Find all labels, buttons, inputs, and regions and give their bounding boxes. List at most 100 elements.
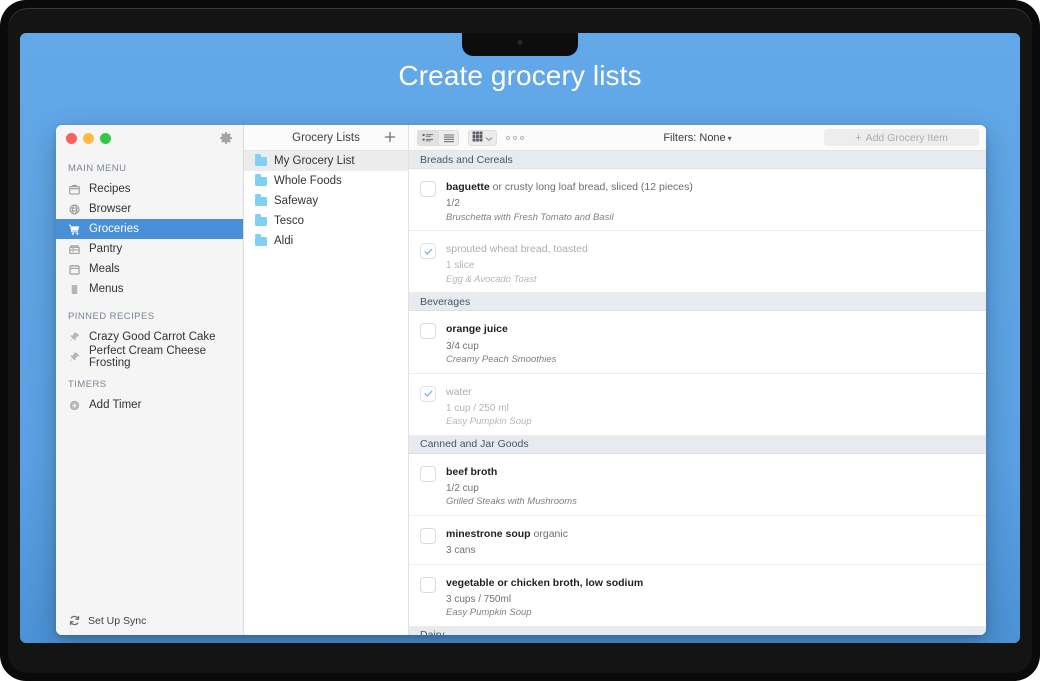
item-quantity-text: 3/4 cup bbox=[446, 340, 479, 353]
pantry-icon bbox=[68, 243, 81, 256]
sidebar-item-meals[interactable]: Meals bbox=[56, 259, 243, 279]
globe-icon bbox=[68, 203, 81, 216]
sidebar-section-label-main-menu: MAIN MENU bbox=[56, 151, 243, 179]
folder-icon bbox=[255, 217, 267, 226]
item-quantity-text: 1/2 cup bbox=[446, 482, 479, 495]
item-recipe: Bruschetta with Fresh Tomato and Basil bbox=[446, 212, 693, 225]
item-checkbox[interactable] bbox=[420, 323, 436, 339]
close-button[interactable] bbox=[66, 133, 77, 144]
sidebar-item-label: Browser bbox=[89, 203, 131, 215]
item-details: minestrone soup organic 3 cans bbox=[446, 522, 568, 558]
dot bbox=[513, 136, 517, 140]
set-up-sync-button[interactable]: Set Up Sync bbox=[56, 614, 146, 627]
grocery-item-row[interactable]: sprouted wheat bread, toasted 1 slice Eg… bbox=[409, 231, 986, 293]
item-name: orange juice bbox=[446, 323, 508, 335]
sidebar-item-label: Meals bbox=[89, 263, 120, 275]
filters-label-text: Filters: None bbox=[663, 132, 725, 144]
camera-icon bbox=[518, 40, 523, 45]
list-detail-view-icon[interactable] bbox=[417, 130, 438, 146]
item-note: organic bbox=[531, 528, 568, 540]
grocery-items-pane: Filters: None▾ + Add Grocery Item Breads… bbox=[409, 125, 986, 635]
item-checkbox[interactable] bbox=[420, 181, 436, 197]
calendar-icon bbox=[68, 263, 81, 276]
list-item-aldi[interactable]: Aldi bbox=[244, 231, 408, 251]
sidebar-item-menus[interactable]: Menus bbox=[56, 279, 243, 299]
list-item-whole-foods[interactable]: Whole Foods bbox=[244, 171, 408, 191]
item-quantity-text: 3 cups / 750ml bbox=[446, 593, 511, 606]
traffic-lights bbox=[66, 133, 111, 144]
item-details: sprouted wheat bread, toasted 1 slice Eg… bbox=[446, 237, 588, 286]
gear-icon[interactable] bbox=[218, 130, 234, 146]
sidebar-item-browser[interactable]: Browser bbox=[56, 199, 243, 219]
item-quantity-text: 1 cup / 250 ml bbox=[446, 402, 509, 415]
grid-view-icon bbox=[472, 129, 483, 147]
item-recipe: Grilled Steaks with Mushrooms bbox=[446, 496, 577, 509]
device-screen: Create grocery lists bbox=[20, 33, 1020, 643]
add-grocery-item-placeholder: Add Grocery Item bbox=[866, 132, 948, 144]
minimize-button[interactable] bbox=[83, 133, 94, 144]
list-item-my-grocery-list[interactable]: My Grocery List bbox=[244, 151, 408, 171]
item-quantity: 1/2 cup bbox=[446, 482, 577, 495]
item-quantity: 1 cup / 250 ml bbox=[446, 402, 532, 415]
grocery-item-row[interactable]: beef broth 1/2 cup Grilled Steaks with M… bbox=[409, 454, 986, 516]
item-quantity: 1/2 bbox=[446, 197, 693, 210]
section-header-beverages: Beverages bbox=[409, 293, 986, 311]
grocery-lists-items: My Grocery List Whole Foods Safeway Tesc… bbox=[244, 151, 408, 251]
grocery-lists-header: Grocery Lists bbox=[244, 125, 408, 151]
sidebar-item-label: Perfect Cream Cheese Frosting bbox=[89, 345, 243, 369]
sidebar-item-recipes[interactable]: Recipes bbox=[56, 179, 243, 199]
sidebar-item-groceries[interactable]: Groceries bbox=[56, 219, 243, 239]
sidebar-item-add-timer[interactable]: Add Timer bbox=[56, 395, 243, 415]
item-checkbox[interactable] bbox=[420, 386, 436, 402]
sidebar-item-perfect-cream-cheese-frosting[interactable]: Perfect Cream Cheese Frosting bbox=[56, 347, 243, 367]
sync-icon bbox=[68, 614, 81, 627]
sidebar-item-pantry[interactable]: Pantry bbox=[56, 239, 243, 259]
dot bbox=[506, 136, 510, 140]
filters-dropdown[interactable]: Filters: None▾ bbox=[663, 132, 731, 144]
item-quantity-text: 1 slice bbox=[446, 259, 474, 272]
laptop-device-mockup: Create grocery lists bbox=[0, 0, 1040, 681]
zoom-button[interactable] bbox=[100, 133, 111, 144]
plus-icon: + bbox=[855, 132, 861, 144]
more-options-icon[interactable] bbox=[506, 136, 524, 140]
item-quantity-text: 1/2 bbox=[446, 197, 460, 210]
item-quantity: 3 cups / 750ml bbox=[446, 593, 643, 606]
pin-icon bbox=[68, 331, 81, 344]
list-item-safeway[interactable]: Safeway bbox=[244, 191, 408, 211]
window-titlebar bbox=[56, 125, 243, 151]
list-item-label: Aldi bbox=[274, 235, 293, 247]
item-details: water 1 cup / 250 ml Easy Pumpkin Soup bbox=[446, 380, 532, 429]
list-item-tesco[interactable]: Tesco bbox=[244, 211, 408, 231]
item-details: baguette or crusty long loaf bread, slic… bbox=[446, 175, 693, 224]
grocery-item-row[interactable]: baguette or crusty long loaf bread, slic… bbox=[409, 169, 986, 231]
grid-view-button[interactable] bbox=[468, 130, 497, 146]
grocery-items-list[interactable]: Breads and Cereals baguette or crusty lo… bbox=[409, 151, 986, 635]
item-checkbox[interactable] bbox=[420, 528, 436, 544]
sidebar-section-label-pinned-recipes: PINNED RECIPES bbox=[56, 299, 243, 327]
item-checkbox[interactable] bbox=[420, 466, 436, 482]
item-name: minestrone soup bbox=[446, 528, 531, 540]
list-compact-view-icon[interactable] bbox=[438, 130, 459, 146]
folder-icon bbox=[255, 237, 267, 246]
list-item-label: Whole Foods bbox=[274, 175, 342, 187]
grocery-item-row[interactable]: vegetable or chicken broth, low sodium 3… bbox=[409, 565, 986, 627]
view-mode-segmented-control bbox=[417, 130, 459, 146]
item-name: water bbox=[446, 386, 472, 398]
grocery-item-row[interactable]: water 1 cup / 250 ml Easy Pumpkin Soup bbox=[409, 374, 986, 436]
menu-document-icon bbox=[68, 283, 81, 296]
item-checkbox[interactable] bbox=[420, 577, 436, 593]
grocery-lists-panel: Grocery Lists My Grocery List Whole bbox=[244, 125, 409, 635]
item-checkbox[interactable] bbox=[420, 243, 436, 259]
grocery-item-row[interactable]: orange juice 3/4 cup Creamy Peach Smooth… bbox=[409, 311, 986, 373]
sidebar-item-crazy-good-carrot-cake[interactable]: Crazy Good Carrot Cake bbox=[56, 327, 243, 347]
plus-icon[interactable] bbox=[382, 129, 398, 145]
grocery-item-row[interactable]: minestrone soup organic 3 cans bbox=[409, 516, 986, 565]
sidebar: MAIN MENU Recipes bbox=[56, 125, 244, 635]
recipe-box-icon bbox=[68, 183, 81, 196]
section-header-dairy: Dairy bbox=[409, 627, 986, 635]
filters-caret-icon: ▾ bbox=[728, 134, 732, 143]
sync-label: Set Up Sync bbox=[88, 615, 146, 627]
list-item-label: My Grocery List bbox=[274, 155, 355, 167]
add-grocery-item-input[interactable]: + Add Grocery Item bbox=[824, 129, 979, 146]
item-name: beef broth bbox=[446, 466, 497, 478]
